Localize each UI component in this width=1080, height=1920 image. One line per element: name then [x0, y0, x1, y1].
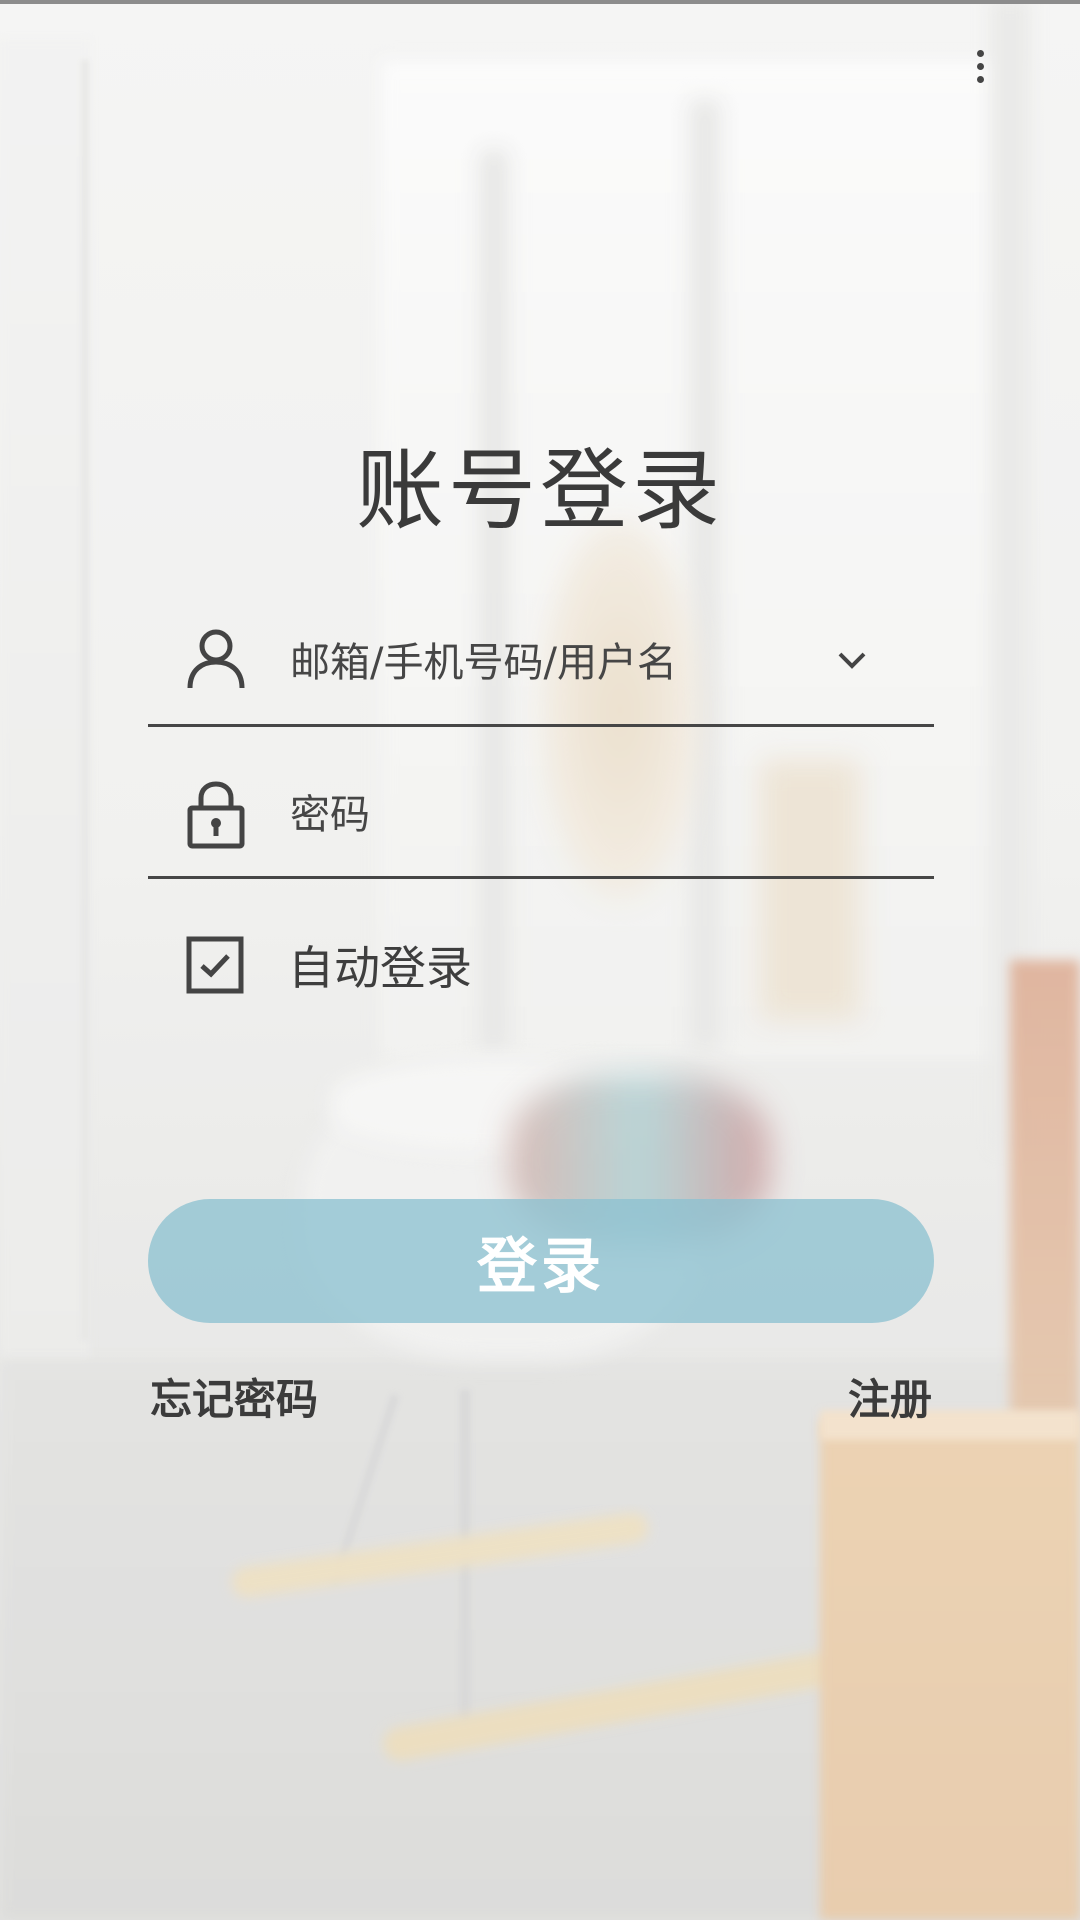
chevron-down-icon[interactable] — [832, 640, 872, 680]
login-screen: 账号登录 邮箱/手机号码/用户名 自动登录 登录 忘记密码 注册 — [0, 0, 1080, 1920]
status-bar-edge — [0, 0, 1080, 4]
account-field — [148, 604, 934, 727]
auto-login-label: 自动登录 — [288, 941, 472, 995]
register-link[interactable]: 注册 — [848, 1366, 932, 1427]
password-field — [148, 756, 934, 879]
more-vertical-icon[interactable] — [960, 36, 1000, 96]
forgot-password-link[interactable]: 忘记密码 — [150, 1366, 318, 1427]
page-title: 账号登录 — [355, 439, 724, 542]
account-input[interactable] — [288, 630, 852, 696]
login-button[interactable]: 登录 — [148, 1199, 934, 1323]
user-icon — [184, 626, 248, 690]
auto-login-toggle[interactable]: 自动登录 — [186, 930, 586, 1000]
lock-icon — [184, 778, 248, 849]
password-input[interactable] — [288, 782, 852, 848]
checkbox-checked-icon[interactable] — [186, 936, 244, 994]
